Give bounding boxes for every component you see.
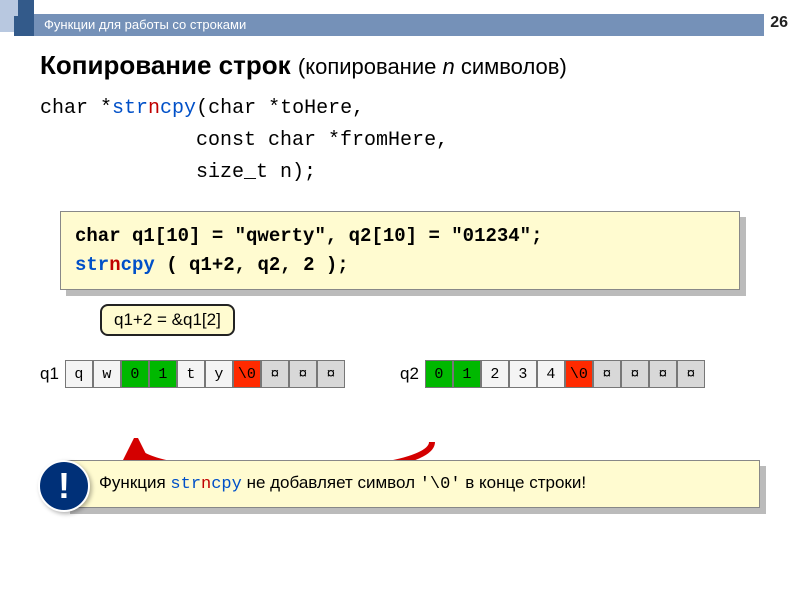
cell: ¤ [289, 360, 317, 388]
cell: ¤ [593, 360, 621, 388]
array-diagram: q1 q w 0 1 t y \0 ¤ ¤ ¤ q2 0 1 2 3 4 \0 … [40, 354, 760, 414]
cell: 2 [481, 360, 509, 388]
cell: \0 [233, 360, 261, 388]
cell: t [177, 360, 205, 388]
cell: ¤ [317, 360, 345, 388]
cell: w [93, 360, 121, 388]
cell: y [205, 360, 233, 388]
cell: 0 [121, 360, 149, 388]
heading-sub: (копирование n символов) [298, 54, 567, 79]
warning-note: ! Функция strncpy не добавляет символ '\… [64, 460, 760, 508]
cell: ¤ [677, 360, 705, 388]
cell: ¤ [621, 360, 649, 388]
cell: 1 [149, 360, 177, 388]
cell: 4 [537, 360, 565, 388]
section-title: Функции для работы со строками [34, 14, 764, 36]
page-number: 26 [770, 14, 788, 32]
cell: 0 [425, 360, 453, 388]
code-example: char q1[10] = "qwerty", q2[10] = "01234"… [60, 211, 740, 290]
cell: \0 [565, 360, 593, 388]
array-q1: q1 q w 0 1 t y \0 ¤ ¤ ¤ [40, 360, 345, 388]
heading-main: Копирование строк [40, 50, 291, 80]
cell: ¤ [649, 360, 677, 388]
slide-header: Функции для работы со строками 26 [0, 0, 800, 40]
cell: q [65, 360, 93, 388]
cell: 3 [509, 360, 537, 388]
exclamation-icon: ! [38, 460, 90, 512]
slide-heading: Копирование строк (копирование n символо… [40, 50, 760, 81]
pointer-hint-bubble: q1+2 = &q1[2] [100, 304, 235, 336]
cell: ¤ [261, 360, 289, 388]
cell: 1 [453, 360, 481, 388]
function-signature: char *strncpy(char *toHere, const char *… [40, 93, 760, 189]
array-q2: q2 0 1 2 3 4 \0 ¤ ¤ ¤ ¤ [400, 360, 705, 388]
